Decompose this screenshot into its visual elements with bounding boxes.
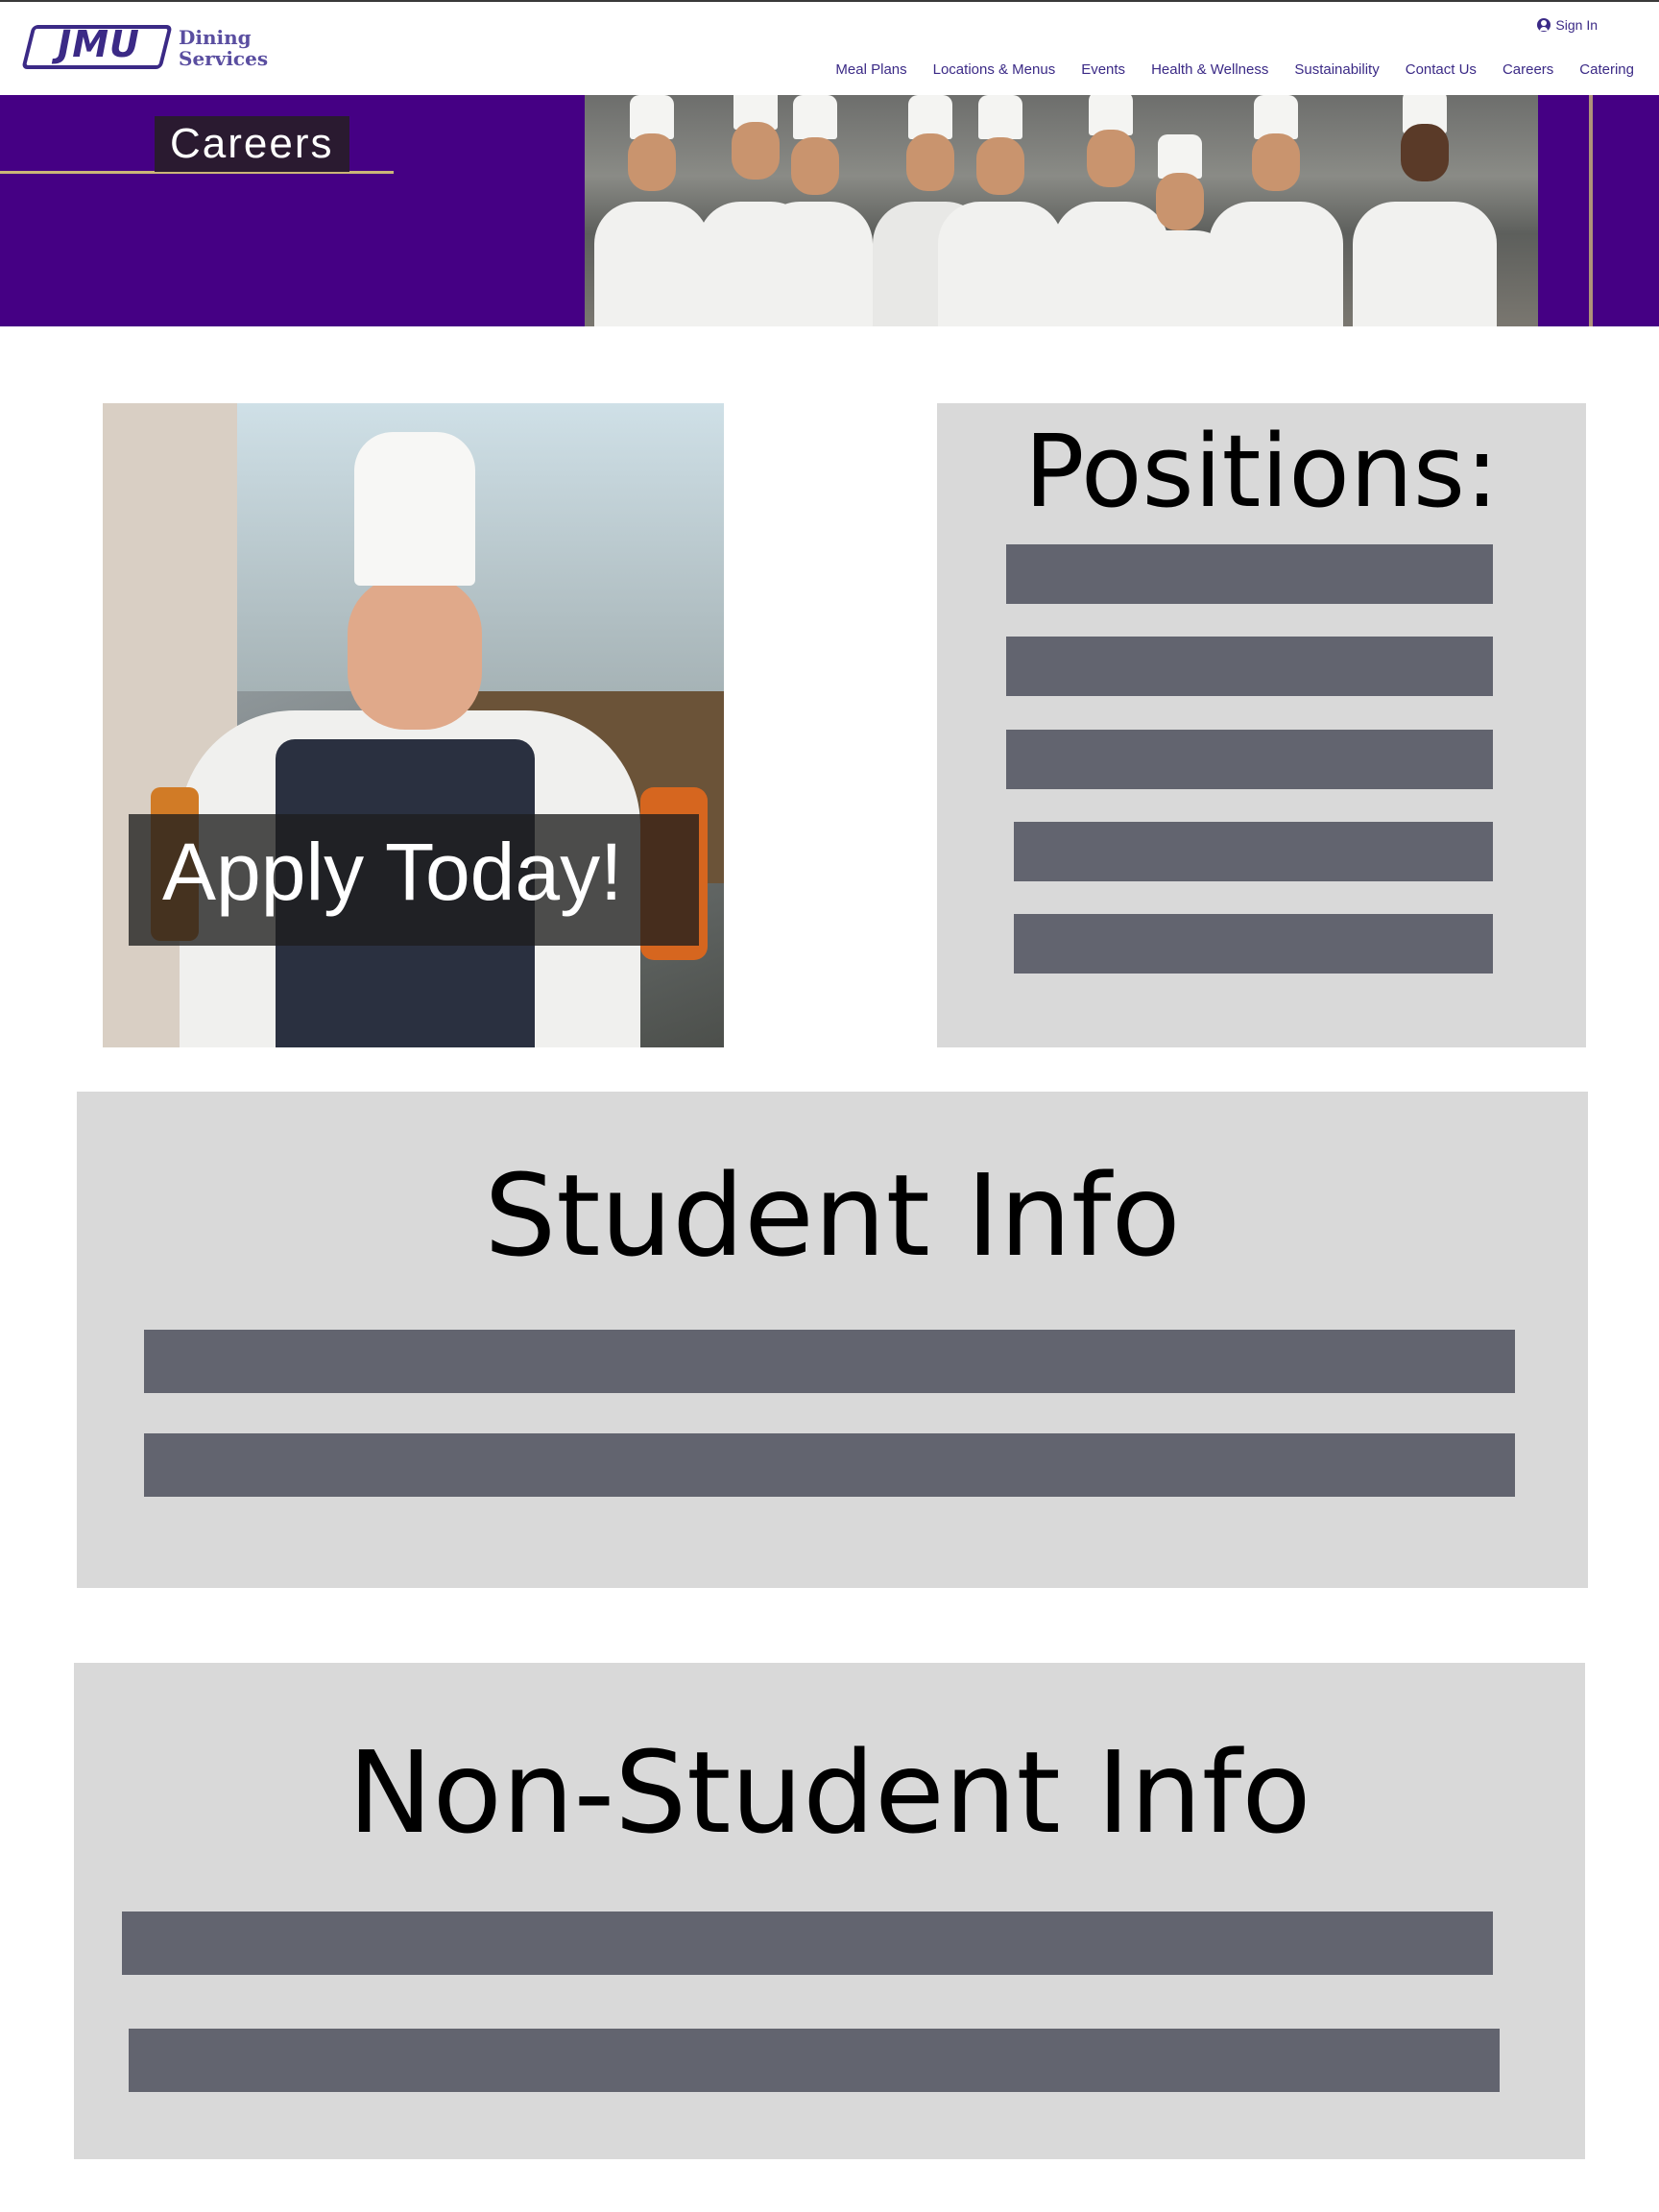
nav-health-wellness[interactable]: Health & Wellness <box>1151 61 1268 78</box>
non-student-info-panel: Non-Student Info <box>74 1663 1585 2159</box>
position-link-placeholder[interactable] <box>1014 822 1493 881</box>
chef-figure <box>757 95 873 326</box>
main-nav: Meal Plans Locations & Menus Events Heal… <box>835 61 1634 78</box>
chef-figure <box>1353 95 1497 326</box>
hero-accent-stripe <box>1589 95 1593 326</box>
sign-in-link[interactable]: Sign In <box>1537 17 1598 33</box>
nav-meal-plans[interactable]: Meal Plans <box>835 61 906 78</box>
chef-figure <box>938 95 1063 326</box>
student-info-title: Student Info <box>484 1149 1181 1282</box>
positions-title: Positions: <box>1023 413 1500 530</box>
nav-catering[interactable]: Catering <box>1579 61 1634 78</box>
nav-locations-menus[interactable]: Locations & Menus <box>933 61 1056 78</box>
hero-title: Careers <box>155 116 349 172</box>
apply-today-card[interactable]: Apply Today! <box>103 403 724 1047</box>
position-link-placeholder[interactable] <box>1006 544 1493 604</box>
student-info-link-placeholder[interactable] <box>144 1330 1515 1393</box>
nav-events[interactable]: Events <box>1081 61 1125 78</box>
student-info-panel: Student Info <box>77 1092 1588 1588</box>
positions-panel: Positions: <box>937 403 1586 1047</box>
logo-line-2: Services <box>179 47 269 70</box>
position-link-placeholder[interactable] <box>1006 637 1493 696</box>
non-student-info-title: Non-Student Info <box>348 1726 1311 1859</box>
nav-careers[interactable]: Careers <box>1503 61 1553 78</box>
logo-dining-services: Dining Services <box>179 27 268 69</box>
apply-today-label[interactable]: Apply Today! <box>162 826 622 919</box>
site-header: JMU Dining Services Sign In Meal Plans L… <box>0 2 1659 94</box>
logo-jmu-text: JMU <box>58 23 140 65</box>
non-student-info-link-placeholder[interactable] <box>122 1911 1493 1975</box>
chef-team-photo <box>585 95 1538 326</box>
student-info-link-placeholder[interactable] <box>144 1433 1515 1497</box>
nav-sustainability[interactable]: Sustainability <box>1294 61 1379 78</box>
careers-hero-banner: Careers <box>0 95 1659 326</box>
user-circle-icon <box>1537 18 1551 32</box>
position-link-placeholder[interactable] <box>1006 730 1493 789</box>
non-student-info-link-placeholder[interactable] <box>129 2029 1500 2092</box>
sign-in-label: Sign In <box>1555 17 1598 33</box>
nav-contact-us[interactable]: Contact Us <box>1406 61 1477 78</box>
chef-figure <box>594 95 709 326</box>
logo-line-1: Dining <box>179 26 252 49</box>
position-link-placeholder[interactable] <box>1014 914 1493 974</box>
chef-figure <box>1209 95 1343 326</box>
